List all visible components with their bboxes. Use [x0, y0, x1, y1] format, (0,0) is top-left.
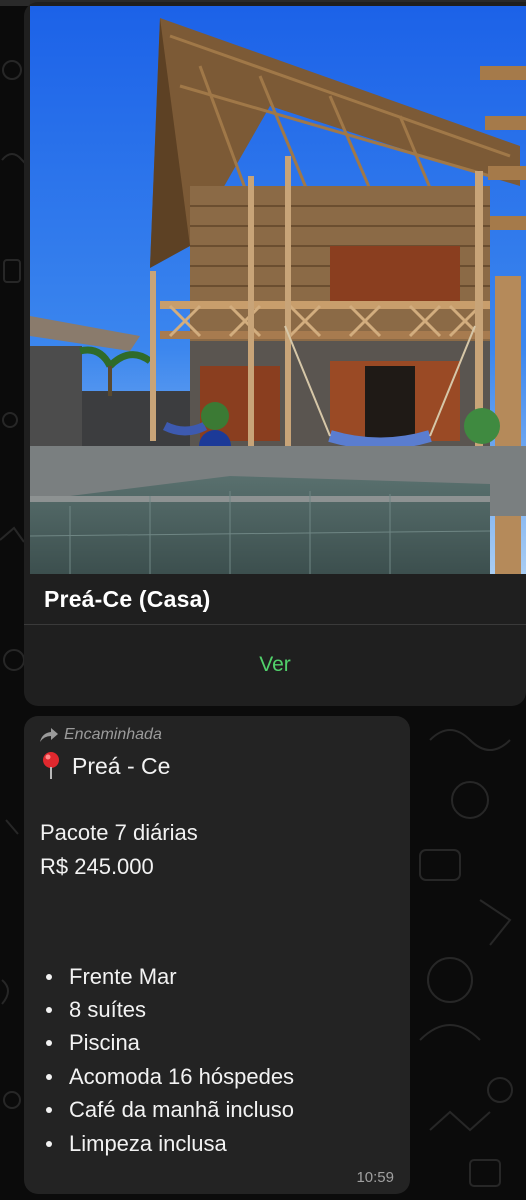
price-text: R$ 245.000 [40, 854, 154, 879]
view-button[interactable]: Ver [24, 624, 526, 706]
round-pushpin-icon [43, 752, 59, 779]
list-item: Café da manhã incluso [42, 1094, 294, 1127]
bullet [46, 973, 52, 980]
list-item: Limpeza inclusa [42, 1127, 294, 1160]
bullet [46, 1073, 52, 1080]
location-text: Preá - Ce [72, 752, 171, 779]
bullet [46, 1007, 52, 1014]
forwarded-label: Encaminhada [64, 726, 162, 743]
message-bubble[interactable]: Encaminhada Preá - Ce Pacote 7 diárias R… [24, 716, 410, 1194]
features-list: Frente Mar 8 suítes Piscina Acomoda 16 h… [42, 960, 294, 1160]
forward-arrow-icon [40, 728, 58, 742]
list-item: Acomoda 16 hóspedes [42, 1060, 294, 1093]
package-text: Pacote 7 diárias [40, 820, 198, 845]
list-item: Frente Mar [42, 960, 294, 993]
bullet [46, 1040, 52, 1047]
listing-card[interactable]: Preá-Ce (Casa) Ver [24, 2, 526, 706]
listing-photo[interactable] [30, 6, 526, 574]
list-item: 8 suítes [42, 993, 294, 1026]
message-timestamp: 10:59 [356, 1169, 394, 1186]
location-row: Preá - Ce [42, 752, 170, 780]
list-item: Piscina [42, 1027, 294, 1060]
bullet [46, 1107, 52, 1114]
forwarded-indicator: Encaminhada [40, 726, 162, 744]
listing-title: Preá-Ce (Casa) [44, 586, 211, 612]
bullet [46, 1140, 52, 1147]
